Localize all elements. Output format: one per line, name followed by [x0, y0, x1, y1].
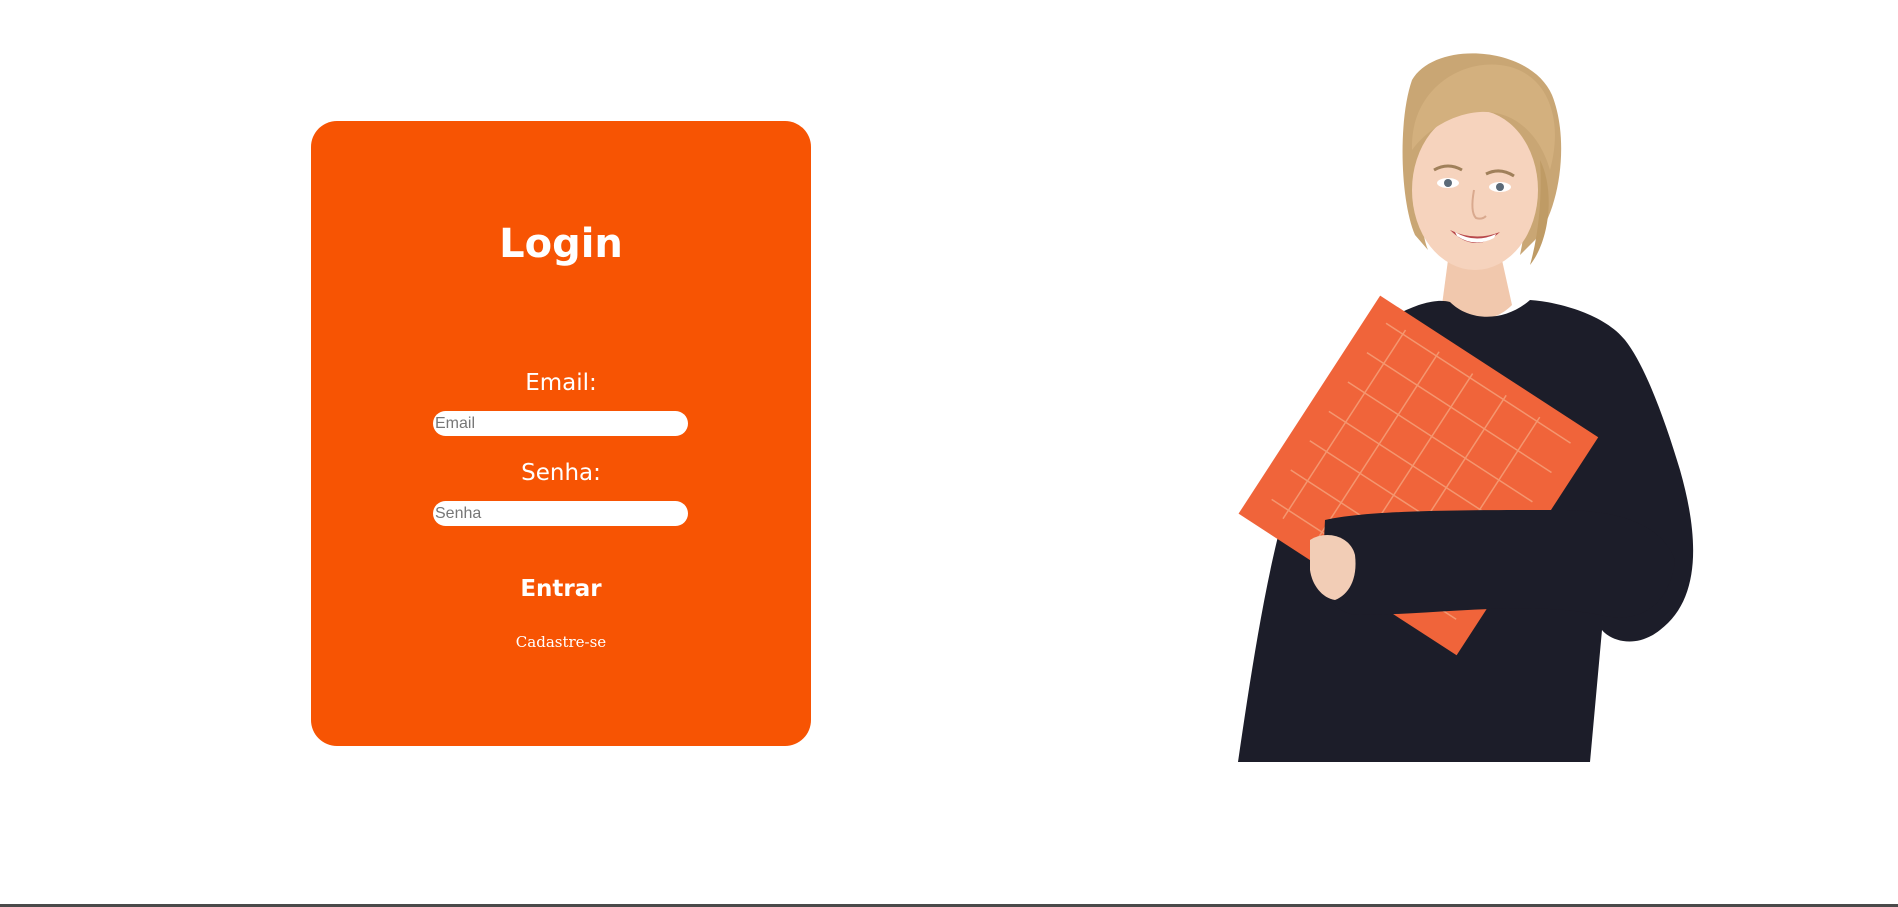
password-input[interactable] — [433, 501, 688, 526]
password-label: Senha: — [521, 460, 601, 486]
login-page: Login Email: Senha: Entrar Cadastre-se — [0, 0, 1898, 907]
hero-image — [1238, 53, 1694, 762]
signup-link[interactable]: Cadastre-se — [311, 632, 811, 652]
login-card: Login Email: Senha: Entrar Cadastre-se — [311, 121, 811, 746]
email-label: Email: — [525, 370, 597, 396]
login-title: Login — [499, 221, 623, 267]
email-input[interactable] — [433, 411, 688, 436]
enter-button[interactable]: Entrar — [461, 572, 661, 606]
